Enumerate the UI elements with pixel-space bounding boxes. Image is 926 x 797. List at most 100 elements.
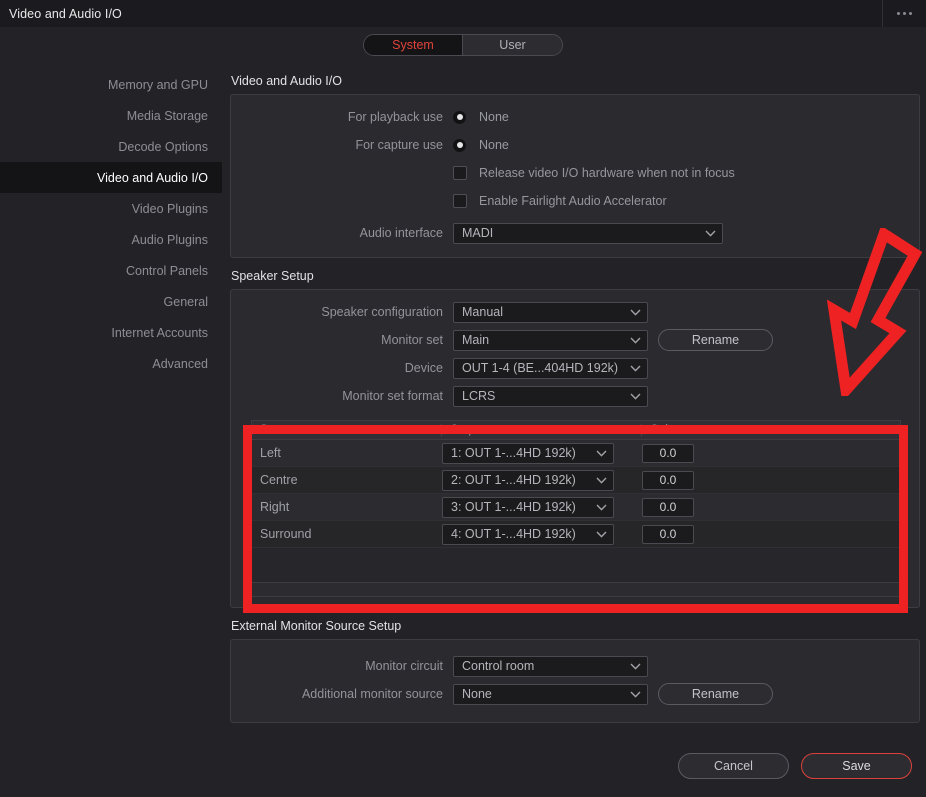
table-footer-strip (252, 582, 900, 596)
sidebar-item-memory-and-gpu[interactable]: Memory and GPU (0, 69, 222, 100)
system-user-toggle[interactable]: System User (363, 34, 563, 56)
select-device[interactable]: OUT 1-4 (BE...404HD 192k) (453, 357, 648, 379)
label-for-playback-use: For playback use (347, 110, 443, 124)
gain-input-left[interactable]: 0.0 (642, 443, 694, 463)
rename-monitor-set-button[interactable]: Rename (658, 329, 773, 351)
sidebar-item-video-plugins[interactable]: Video Plugins (0, 193, 222, 224)
cell-output: 1: OUT 1-...4HD 192k) (442, 442, 642, 464)
tab-user[interactable]: User (463, 35, 562, 55)
sidebar-item-video-and-audio-io[interactable]: Video and Audio I/O (0, 162, 222, 193)
select-speaker-configuration-value: Manual (462, 305, 503, 319)
chevron-down-icon (630, 393, 641, 400)
cell-gain: 0.0 (642, 497, 900, 517)
speaker-routing-table: Stem Output Gain Left 1: OUT 1-...4HD 19… (251, 420, 901, 597)
sidebar-item-advanced[interactable]: Advanced (0, 348, 222, 379)
label-audio-interface: Audio interface (359, 226, 443, 240)
select-output-surround[interactable]: 4: OUT 1-...4HD 192k) (442, 523, 614, 545)
gain-input-surround[interactable]: 0.0 (642, 524, 694, 544)
window-titlebar: Video and Audio I/O (0, 0, 926, 27)
label-monitor-set: Monitor set (381, 333, 443, 347)
select-monitor-set[interactable]: Main (453, 329, 648, 351)
sidebar-item-control-panels[interactable]: Control Panels (0, 255, 222, 286)
label-speaker-configuration: Speaker configuration (321, 305, 443, 319)
cell-output: 3: OUT 1-...4HD 192k) (442, 496, 642, 518)
checkbox-enable-fairlight-accelerator[interactable] (453, 194, 467, 208)
section-title-video-audio-io: Video and Audio I/O (231, 74, 342, 88)
row-audio-interface: Audio interface MADI (231, 219, 919, 247)
save-button[interactable]: Save (801, 753, 912, 779)
select-output-left[interactable]: 1: OUT 1-...4HD 192k) (442, 442, 614, 464)
select-audio-interface-value: MADI (462, 226, 494, 240)
table-row[interactable]: Left 1: OUT 1-...4HD 192k) 0.0 (252, 440, 900, 467)
cell-output: 4: OUT 1-...4HD 192k) (442, 523, 642, 545)
window-title: Video and Audio I/O (9, 6, 122, 21)
rename-additional-monitor-source-button[interactable]: Rename (658, 683, 773, 705)
sidebar-item-audio-plugins[interactable]: Audio Plugins (0, 224, 222, 255)
label-enable-fairlight-accelerator: Enable Fairlight Audio Accelerator (479, 194, 667, 208)
select-output-centre-value: 2: OUT 1-...4HD 192k) (451, 473, 576, 487)
select-output-right-value: 3: OUT 1-...4HD 192k) (451, 500, 576, 514)
sidebar-item-media-storage[interactable]: Media Storage (0, 100, 222, 131)
select-speaker-configuration[interactable]: Manual (453, 301, 648, 323)
cell-gain: 0.0 (642, 443, 900, 463)
gain-input-centre[interactable]: 0.0 (642, 470, 694, 490)
value-for-playback-use: None (479, 110, 509, 124)
table-row[interactable]: Right 3: OUT 1-...4HD 192k) 0.0 (252, 494, 900, 521)
chevron-down-icon (705, 230, 716, 237)
select-monitor-circuit[interactable]: Control room (453, 655, 648, 677)
chevron-down-icon (630, 309, 641, 316)
cell-gain: 0.0 (642, 524, 900, 544)
row-monitor-set-format: Monitor set format LCRS (231, 382, 919, 410)
radio-for-playback-use[interactable] (453, 110, 466, 124)
column-header-stem: Stem (252, 424, 442, 436)
table-empty-area (252, 548, 900, 582)
cell-output: 2: OUT 1-...4HD 192k) (442, 469, 642, 491)
row-device: Device OUT 1-4 (BE...404HD 192k) (231, 354, 919, 382)
chevron-down-icon (630, 663, 641, 670)
sidebar-item-decode-options[interactable]: Decode Options (0, 131, 222, 162)
select-output-right[interactable]: 3: OUT 1-...4HD 192k) (442, 496, 614, 518)
settings-content: Video and Audio I/O For playback use Non… (222, 63, 926, 771)
column-header-output: Output (442, 424, 642, 436)
chevron-down-icon (630, 365, 641, 372)
select-monitor-set-format-value: LCRS (462, 389, 496, 403)
tab-system[interactable]: System (364, 35, 463, 55)
dialog-footer: Cancel Save (678, 753, 912, 779)
cell-stem: Surround (260, 527, 312, 541)
table-row[interactable]: Surround 4: OUT 1-...4HD 192k) 0.0 (252, 521, 900, 548)
table-row[interactable]: Centre 2: OUT 1-...4HD 192k) 0.0 (252, 467, 900, 494)
ellipsis-dot (897, 12, 900, 15)
select-additional-monitor-source-value: None (462, 687, 492, 701)
cell-stem: Centre (260, 473, 298, 487)
sidebar-item-internet-accounts[interactable]: Internet Accounts (0, 317, 222, 348)
checkbox-release-video-hardware[interactable] (453, 166, 467, 180)
row-release-video-hardware: Release video I/O hardware when not in f… (231, 159, 919, 187)
section-title-external-monitor-source-setup: External Monitor Source Setup (231, 619, 402, 633)
radio-for-capture-use[interactable] (453, 138, 466, 152)
select-output-left-value: 1: OUT 1-...4HD 192k) (451, 446, 576, 460)
label-monitor-set-format: Monitor set format (342, 389, 443, 403)
toggle-bar: System User (0, 27, 926, 63)
panel-external-monitor-source-setup: Monitor circuit Control room Additional … (230, 639, 920, 723)
ellipsis-icon[interactable] (882, 0, 926, 27)
row-additional-monitor-source: Additional monitor source None Rename (231, 680, 919, 708)
row-enable-fairlight-accelerator: Enable Fairlight Audio Accelerator (231, 187, 919, 215)
select-monitor-set-value: Main (462, 333, 490, 347)
row-for-capture-use: For capture use None (231, 131, 919, 159)
cell-stem: Left (260, 446, 281, 460)
select-output-surround-value: 4: OUT 1-...4HD 192k) (451, 527, 576, 541)
table-header-row: Stem Output Gain (252, 421, 900, 440)
select-monitor-set-format[interactable]: LCRS (453, 385, 648, 407)
row-for-playback-use: For playback use None (231, 103, 919, 131)
cancel-button[interactable]: Cancel (678, 753, 789, 779)
select-audio-interface[interactable]: MADI (453, 222, 723, 244)
row-speaker-configuration: Speaker configuration Manual (231, 298, 919, 326)
cell-stem: Right (260, 500, 290, 514)
section-title-speaker-setup: Speaker Setup (231, 269, 314, 283)
sidebar-item-general[interactable]: General (0, 286, 222, 317)
label-monitor-circuit: Monitor circuit (365, 659, 443, 673)
gain-input-right[interactable]: 0.0 (642, 497, 694, 517)
select-output-centre[interactable]: 2: OUT 1-...4HD 192k) (442, 469, 614, 491)
cell-gain: 0.0 (642, 470, 900, 490)
select-additional-monitor-source[interactable]: None (453, 683, 648, 705)
